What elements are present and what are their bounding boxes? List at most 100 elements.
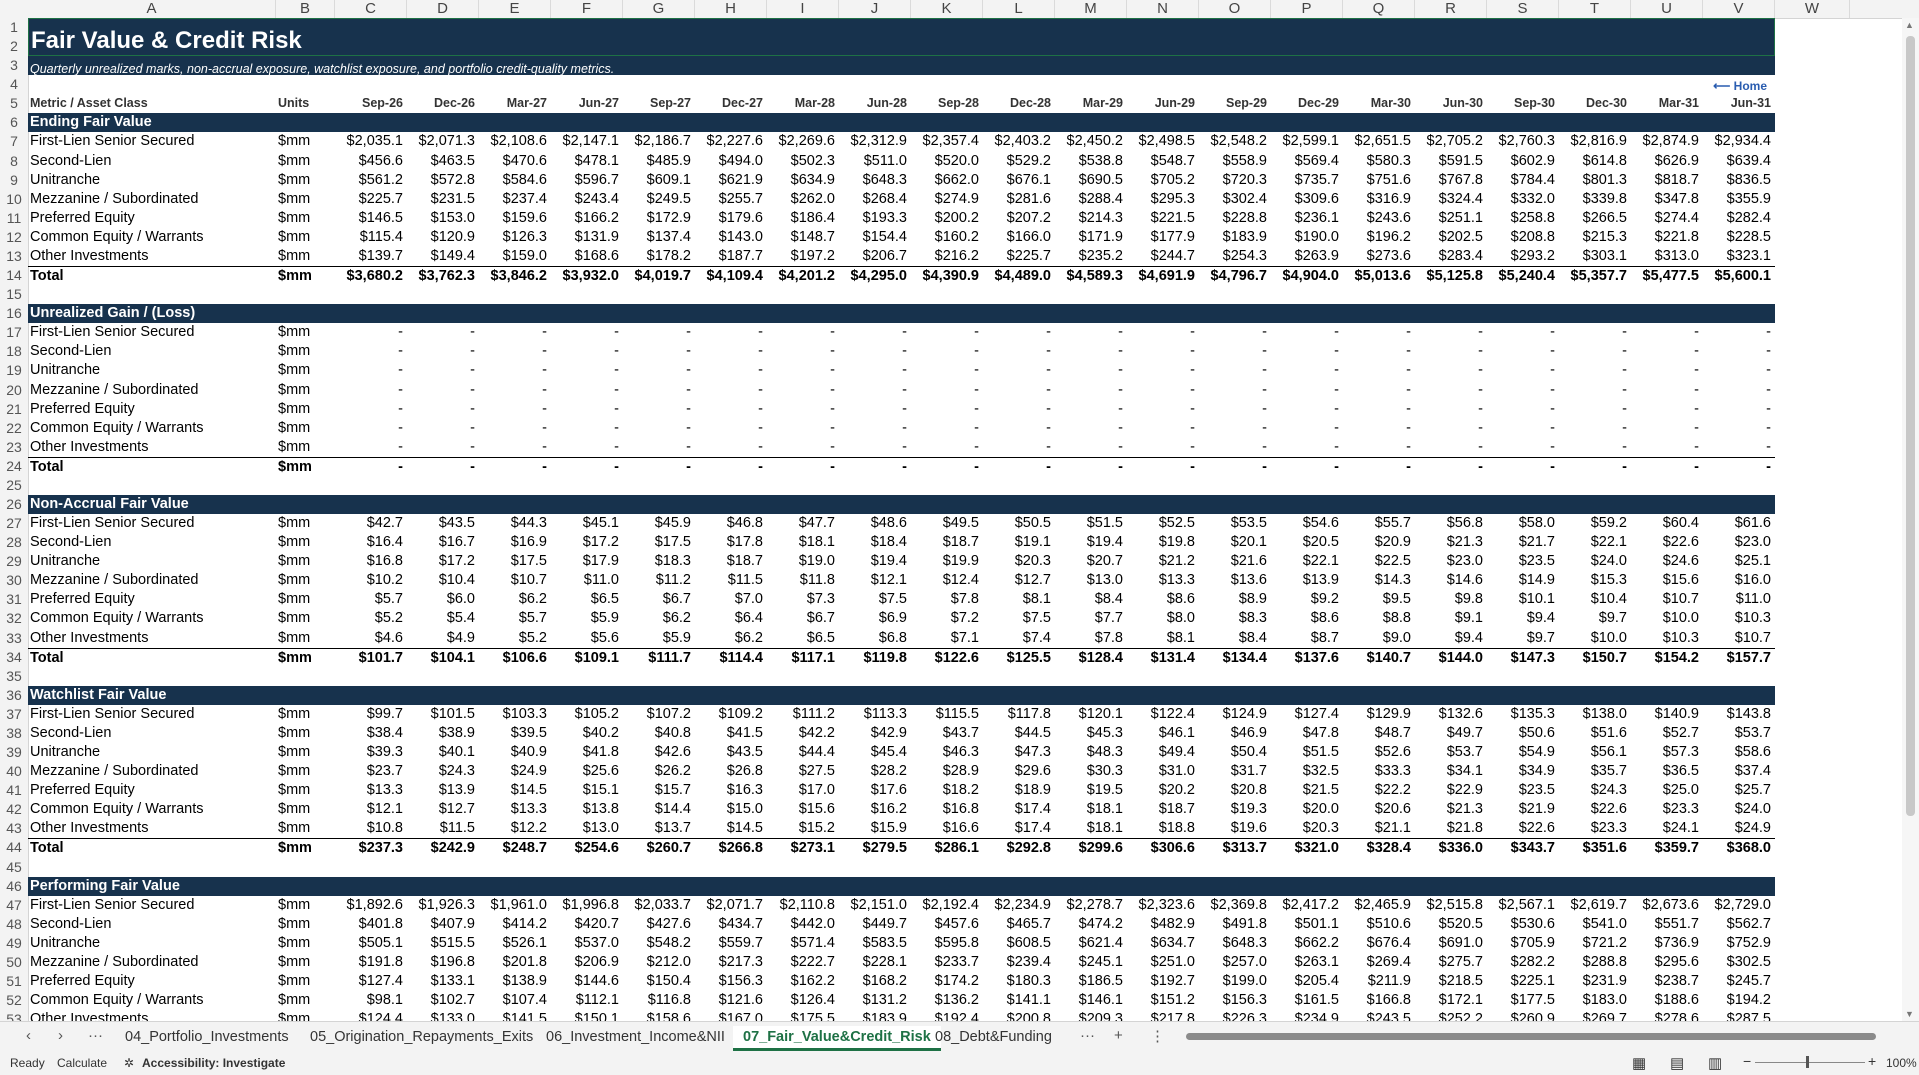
value-cell[interactable]: $595.8 [911,934,983,953]
value-cell[interactable]: - [1271,458,1343,476]
value-cell[interactable]: - [1199,400,1271,419]
value-cell[interactable]: $22.5 [1343,552,1415,571]
zoom-in-button[interactable]: + [1868,1053,1876,1069]
row-units[interactable]: $mm [276,342,335,361]
value-cell[interactable]: $22.6 [1631,533,1703,552]
row-units[interactable]: $mm [276,247,335,266]
value-cell[interactable]: - [1487,400,1559,419]
value-cell[interactable]: $8.1 [1127,629,1199,648]
value-cell[interactable]: $4,109.4 [695,267,767,285]
value-cell[interactable]: $215.3 [1559,228,1631,247]
value-cell[interactable]: $221.5 [1127,209,1199,228]
value-cell[interactable]: $548.2 [623,934,695,953]
value-cell[interactable]: $287.5 [1703,1010,1775,1021]
value-cell[interactable]: $20.8 [1199,781,1271,800]
value-cell[interactable]: $13.6 [1199,571,1271,590]
value-cell[interactable]: $46.9 [1199,724,1271,743]
value-cell[interactable]: $158.6 [623,1010,695,1021]
value-cell[interactable]: $20.6 [1343,800,1415,819]
value-cell[interactable]: $17.8 [695,533,767,552]
value-cell[interactable]: $351.6 [1559,839,1631,857]
value-cell[interactable]: $24.9 [1703,819,1775,838]
value-cell[interactable]: $626.9 [1631,152,1703,171]
value-cell[interactable]: $21.3 [1415,800,1487,819]
value-cell[interactable]: - [911,381,983,400]
value-cell[interactable]: - [335,419,407,438]
value-cell[interactable]: $662.0 [911,171,983,190]
value-cell[interactable]: $177.9 [1127,228,1199,247]
value-cell[interactable]: $116.8 [623,991,695,1010]
value-cell[interactable]: $162.2 [767,972,839,991]
value-cell[interactable]: $206.7 [839,247,911,266]
value-cell[interactable]: $22.6 [1559,800,1631,819]
value-cell[interactable]: $16.9 [479,533,551,552]
value-cell[interactable]: - [623,361,695,380]
value-cell[interactable]: $22.6 [1487,819,1559,838]
value-cell[interactable]: - [479,361,551,380]
row-header[interactable]: 41 [0,781,28,800]
value-cell[interactable]: - [407,342,479,361]
value-cell[interactable]: $260.7 [623,839,695,857]
value-cell[interactable]: $2,874.9 [1631,132,1703,151]
value-cell[interactable]: $478.1 [551,152,623,171]
row-label[interactable]: Unitranche [28,934,276,953]
zoom-slider[interactable] [1755,1062,1865,1063]
value-cell[interactable]: $442.0 [767,915,839,934]
value-cell[interactable]: $56.8 [1415,514,1487,533]
value-cell[interactable]: $292.8 [983,839,1055,857]
value-cell[interactable]: - [1703,438,1775,457]
value-cell[interactable]: - [1415,342,1487,361]
value-cell[interactable]: $18.1 [1055,800,1127,819]
value-cell[interactable]: $5.4 [407,609,479,628]
value-cell[interactable]: $15.7 [623,781,695,800]
value-cell[interactable]: $127.4 [1271,705,1343,724]
value-cell[interactable]: $135.3 [1487,705,1559,724]
value-cell[interactable]: $583.5 [839,934,911,953]
value-cell[interactable]: - [1343,323,1415,342]
value-cell[interactable]: $168.6 [551,247,623,266]
value-cell[interactable]: $8.6 [1271,609,1343,628]
column-header[interactable]: I [767,0,839,18]
value-cell[interactable]: $6.9 [839,609,911,628]
value-cell[interactable]: $2,108.6 [479,132,551,151]
column-header[interactable]: A [28,0,276,18]
value-cell[interactable]: $144.0 [1415,649,1487,667]
value-cell[interactable]: $2,151.0 [839,896,911,915]
value-cell[interactable]: $11.0 [1703,590,1775,609]
value-cell[interactable]: $269.4 [1343,953,1415,972]
value-cell[interactable]: $38.4 [335,724,407,743]
value-cell[interactable]: - [1487,342,1559,361]
row-units[interactable]: $mm [276,762,335,781]
value-cell[interactable]: $121.6 [695,991,767,1010]
value-cell[interactable]: $2,071.7 [695,896,767,915]
value-cell[interactable]: $470.6 [479,152,551,171]
value-cell[interactable]: $4,295.0 [839,267,911,285]
row-label[interactable]: Other Investments [28,438,276,457]
value-cell[interactable]: $2,515.8 [1415,896,1487,915]
row-header[interactable]: 46 [0,877,28,896]
value-cell[interactable]: $690.5 [1055,171,1127,190]
row-header[interactable]: 51 [0,972,28,991]
value-cell[interactable]: $9.5 [1343,590,1415,609]
scroll-down-icon[interactable]: ▼ [1905,1009,1914,1019]
value-cell[interactable]: $16.0 [1703,571,1775,590]
value-cell[interactable]: $183.9 [1199,228,1271,247]
row-header[interactable]: 37 [0,705,28,724]
value-cell[interactable]: $16.7 [407,533,479,552]
value-cell[interactable]: $21.7 [1487,533,1559,552]
value-cell[interactable]: $5,600.1 [1703,267,1775,285]
value-cell[interactable]: $52.7 [1631,724,1703,743]
value-cell[interactable]: $40.2 [551,724,623,743]
value-cell[interactable]: $4,691.9 [1127,267,1199,285]
value-cell[interactable]: - [407,438,479,457]
value-cell[interactable]: $192.4 [911,1010,983,1021]
horizontal-scrollbar[interactable] [1180,1031,1880,1041]
value-cell[interactable]: $10.3 [1703,609,1775,628]
value-cell[interactable]: $11.2 [623,571,695,590]
value-cell[interactable]: - [407,419,479,438]
row-header[interactable]: 14 [0,266,28,285]
value-cell[interactable]: $836.5 [1703,171,1775,190]
value-cell[interactable]: $243.5 [1343,1010,1415,1021]
row-label[interactable]: Unitranche [28,361,276,380]
value-cell[interactable]: $53.7 [1703,724,1775,743]
